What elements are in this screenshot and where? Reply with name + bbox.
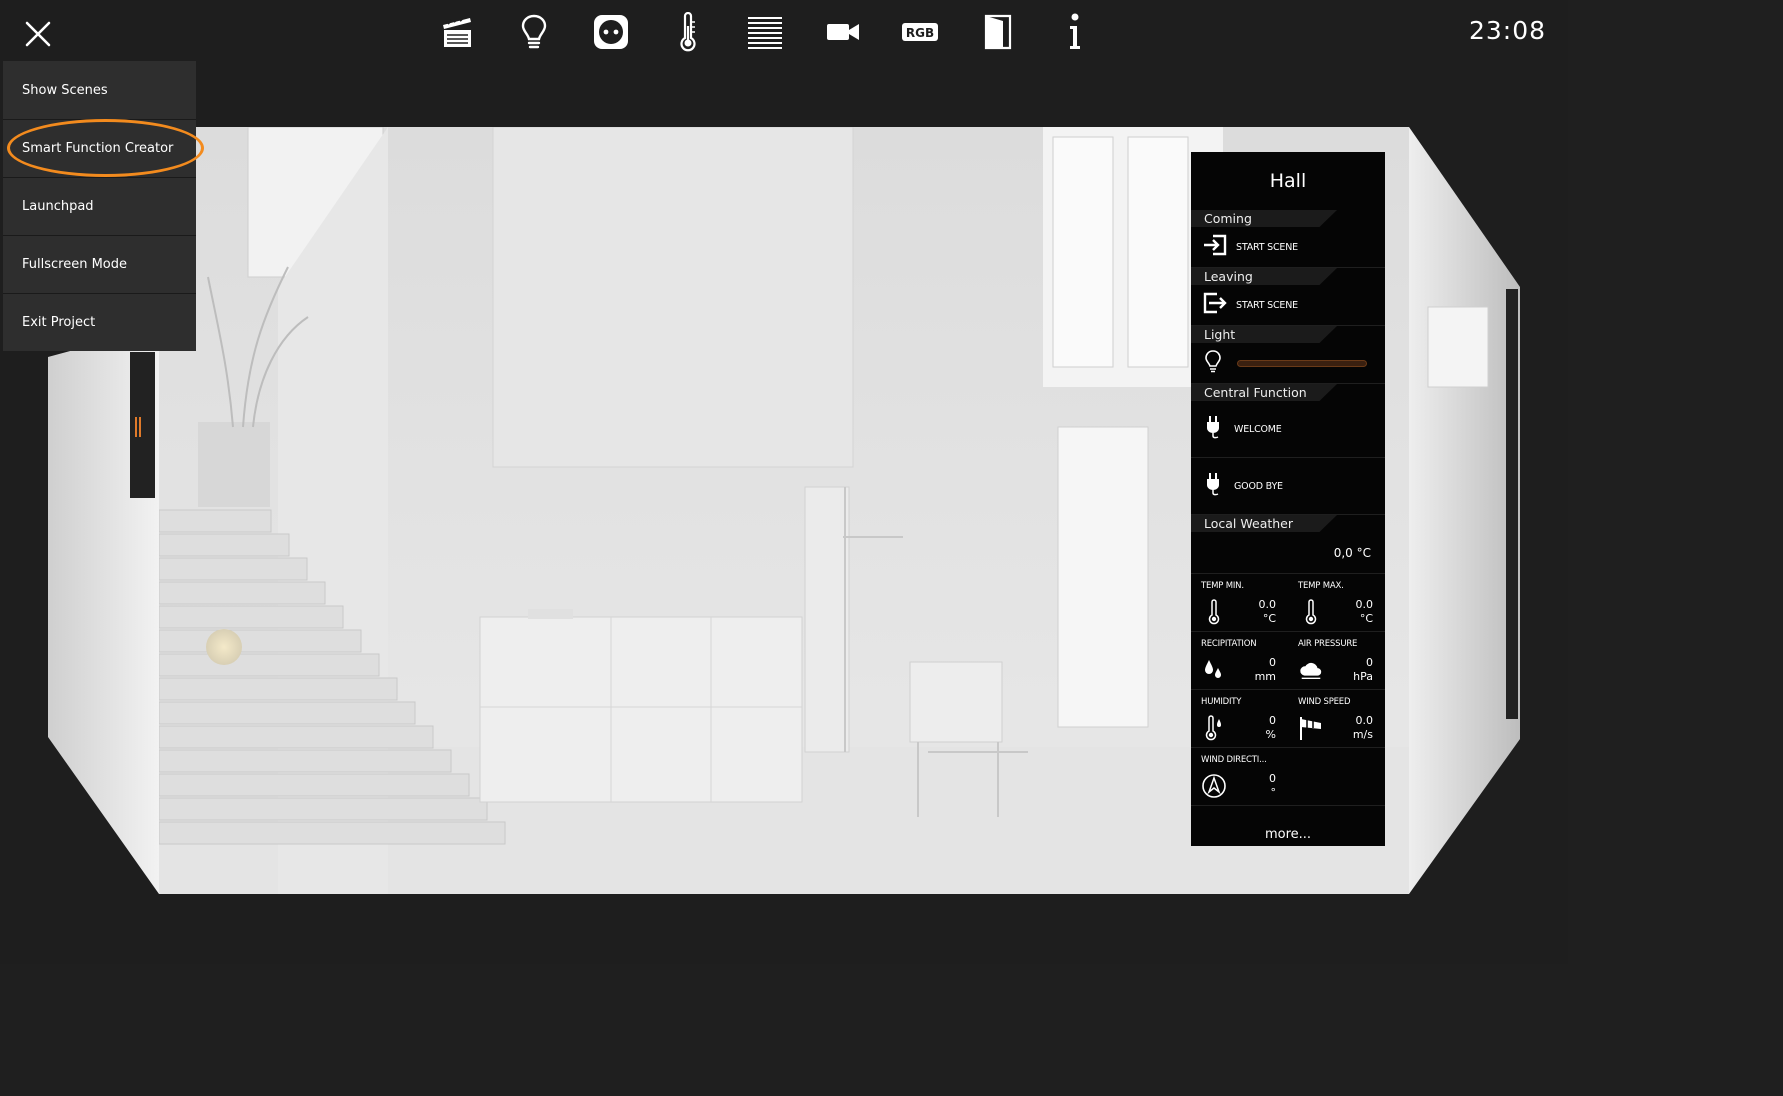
top-bar: RGB 23:08 (0, 0, 1568, 64)
coming-start-scene-button[interactable]: START SCENE (1191, 227, 1385, 268)
wind-speed-label: WIND SPEED (1298, 697, 1351, 707)
wind-direction-value: 0 (1269, 772, 1276, 785)
light-bulb-icon (1203, 349, 1223, 377)
weather-row: RECIPITATION 0 mm AIR PRESSURE 0 hPa (1191, 632, 1385, 690)
section-leaving: Leaving (1191, 268, 1385, 285)
compass-icon (1201, 772, 1227, 800)
wind-speed-value: 0.0 (1355, 714, 1374, 727)
wind-direction-cell: WIND DIRECTI... 0 ° (1191, 748, 1288, 805)
air-pressure-unit: hPa (1353, 670, 1373, 683)
cloud-icon (1298, 656, 1324, 684)
goodbye-button[interactable]: GOOD BYE (1191, 458, 1385, 515)
light-dimmer-slider[interactable] (1237, 359, 1367, 367)
more-button[interactable]: more... (1191, 806, 1385, 862)
scenes-icon[interactable] (433, 10, 481, 54)
hall-title: Hall (1269, 170, 1307, 192)
welcome-button[interactable]: WELCOME (1191, 401, 1385, 458)
precipitation-cell: RECIPITATION 0 mm (1191, 632, 1288, 689)
light-bulb-icon[interactable] (510, 10, 558, 54)
rgb-label: RGB (906, 26, 934, 40)
thermometer-icon[interactable] (664, 10, 712, 54)
temp-min-label: TEMP MIN. (1201, 581, 1244, 591)
menu-item-exit-project[interactable]: Exit Project (3, 293, 196, 351)
weather-row: HUMIDITY 0% WIND SPEED 0.0 m/s (1191, 690, 1385, 748)
exit-icon (1203, 292, 1227, 318)
section-central-function: Central Function (1191, 384, 1385, 401)
wind-speed-cell: WIND SPEED 0.0 m/s (1288, 690, 1385, 747)
current-temperature: 0,0 °C (1191, 532, 1385, 574)
plug-icon (1203, 471, 1225, 501)
humidity-value: 0 (1269, 714, 1276, 727)
temp-max-value: 0.0 (1355, 598, 1374, 611)
light-row (1191, 343, 1385, 384)
rgb-icon[interactable]: RGB (896, 10, 944, 54)
humidity-label: HUMIDITY (1201, 697, 1242, 707)
enter-icon (1203, 234, 1227, 260)
air-pressure-value: 0 (1366, 656, 1373, 669)
menu-item-show-scenes[interactable]: Show Scenes (3, 61, 196, 119)
temp-min-unit: °C (1262, 612, 1276, 625)
hall-panel: Hall Coming START SCENE Leaving START SC… (1191, 152, 1385, 846)
wind-direction-label: WIND DIRECTI... (1201, 755, 1267, 765)
temp-max-unit: °C (1359, 612, 1373, 625)
temp-max-cell: TEMP MAX. 0.0 °C (1288, 574, 1385, 631)
menu-item-smart-function-creator[interactable]: Smart Function Creator (3, 119, 196, 177)
temp-max-label: TEMP MAX. (1298, 581, 1344, 591)
app-window: RGB 23:08 Show Scenes Smart Function Cre… (0, 0, 1568, 964)
side-menu: Show Scenes Smart Function Creator Launc… (3, 61, 196, 351)
wind-direction-unit: ° (1270, 786, 1277, 799)
thermometer-icon (1298, 598, 1324, 626)
precipitation-value: 0 (1269, 656, 1276, 669)
menu-item-fullscreen-mode[interactable]: Fullscreen Mode (3, 235, 196, 293)
windsock-icon (1298, 714, 1324, 742)
precipitation-unit: mm (1254, 670, 1276, 683)
camera-icon[interactable] (819, 10, 867, 54)
temp-min-cell: TEMP MIN. 0.0 °C (1191, 574, 1288, 631)
leaving-start-scene-button[interactable]: START SCENE (1191, 285, 1385, 326)
plug-icon (1203, 414, 1225, 444)
leaving-action-label: START SCENE (1236, 299, 1298, 311)
weather-row: TEMP MIN. 0.0 °C TEMP MAX. 0.0 °C (1191, 574, 1385, 632)
precipitation-label: RECIPITATION (1201, 639, 1257, 649)
raindrops-icon (1201, 656, 1227, 684)
air-pressure-label: AIR PRESSURE (1298, 639, 1358, 649)
section-local-weather: Local Weather (1191, 515, 1385, 532)
section-coming: Coming (1191, 210, 1385, 227)
wind-speed-unit: m/s (1352, 728, 1373, 741)
menu-item-launchpad[interactable]: Launchpad (3, 177, 196, 235)
humidity-icon (1201, 714, 1227, 742)
close-icon[interactable] (18, 14, 58, 54)
humidity-unit: % (1265, 728, 1276, 741)
humidity-cell: HUMIDITY 0% (1191, 690, 1288, 747)
welcome-label: WELCOME (1234, 423, 1282, 435)
goodbye-label: GOOD BYE (1234, 480, 1283, 492)
blinds-icon[interactable] (741, 10, 789, 54)
air-pressure-cell: AIR PRESSURE 0 hPa (1288, 632, 1385, 689)
info-icon[interactable] (1051, 10, 1099, 54)
section-light: Light (1191, 326, 1385, 343)
door-icon[interactable] (974, 10, 1022, 54)
socket-icon[interactable] (587, 10, 635, 54)
thermometer-icon (1201, 598, 1227, 626)
weather-row: WIND DIRECTI... 0 ° (1191, 748, 1385, 806)
temp-min-value: 0.0 (1258, 598, 1277, 611)
coming-action-label: START SCENE (1236, 241, 1298, 253)
clock: 23:08 (1468, 16, 1546, 45)
